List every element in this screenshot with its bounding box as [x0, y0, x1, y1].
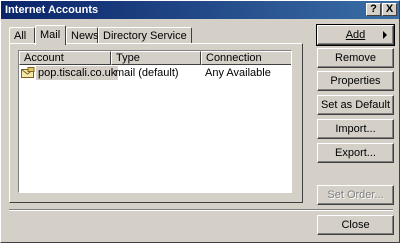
column-header-type[interactable]: Type — [111, 51, 201, 65]
close-button[interactable]: Close — [317, 215, 394, 235]
remove-button[interactable]: Remove — [317, 48, 394, 68]
arrow-right-icon — [383, 31, 387, 39]
add-button-label: Add — [345, 29, 366, 41]
help-button[interactable]: ? — [366, 3, 381, 16]
tab-all[interactable]: All — [9, 27, 35, 44]
internet-accounts-window: Internet Accounts ? X All Mail News Dire… — [0, 0, 400, 243]
window-title: Internet Accounts — [5, 4, 99, 16]
close-window-button[interactable]: X — [382, 3, 397, 16]
tab-news[interactable]: News — [66, 27, 99, 44]
tab-mail[interactable]: Mail — [35, 25, 66, 45]
set-as-default-button[interactable]: Set as Default — [317, 95, 394, 115]
mail-account-icon — [21, 67, 35, 78]
account-type: mail (default) — [115, 67, 179, 79]
column-header-account[interactable]: Account — [19, 51, 111, 65]
accounts-list[interactable]: Account Type Connection pop.tiscali.co.u… — [18, 50, 292, 193]
account-name: pop.tiscali.co.uk — [36, 66, 119, 80]
tab-directory-service[interactable]: Directory Service — [98, 27, 192, 44]
properties-button[interactable]: Properties — [317, 71, 394, 91]
add-button[interactable]: Add — [316, 24, 395, 46]
set-order-button: Set Order... — [317, 185, 394, 205]
title-bar[interactable]: Internet Accounts ? X — [1, 1, 399, 19]
list-header: Account Type Connection — [19, 51, 291, 65]
tab-panel: Account Type Connection pop.tiscali.co.u… — [9, 43, 303, 203]
account-cell: pop.tiscali.co.uk — [21, 66, 119, 80]
column-header-connection[interactable]: Connection — [201, 51, 291, 65]
account-row[interactable]: pop.tiscali.co.uk mail (default) Any Ava… — [19, 66, 291, 80]
export-button[interactable]: Export... — [317, 143, 394, 163]
separator — [9, 209, 393, 211]
import-button[interactable]: Import... — [317, 119, 394, 139]
account-connection: Any Available — [205, 67, 271, 79]
